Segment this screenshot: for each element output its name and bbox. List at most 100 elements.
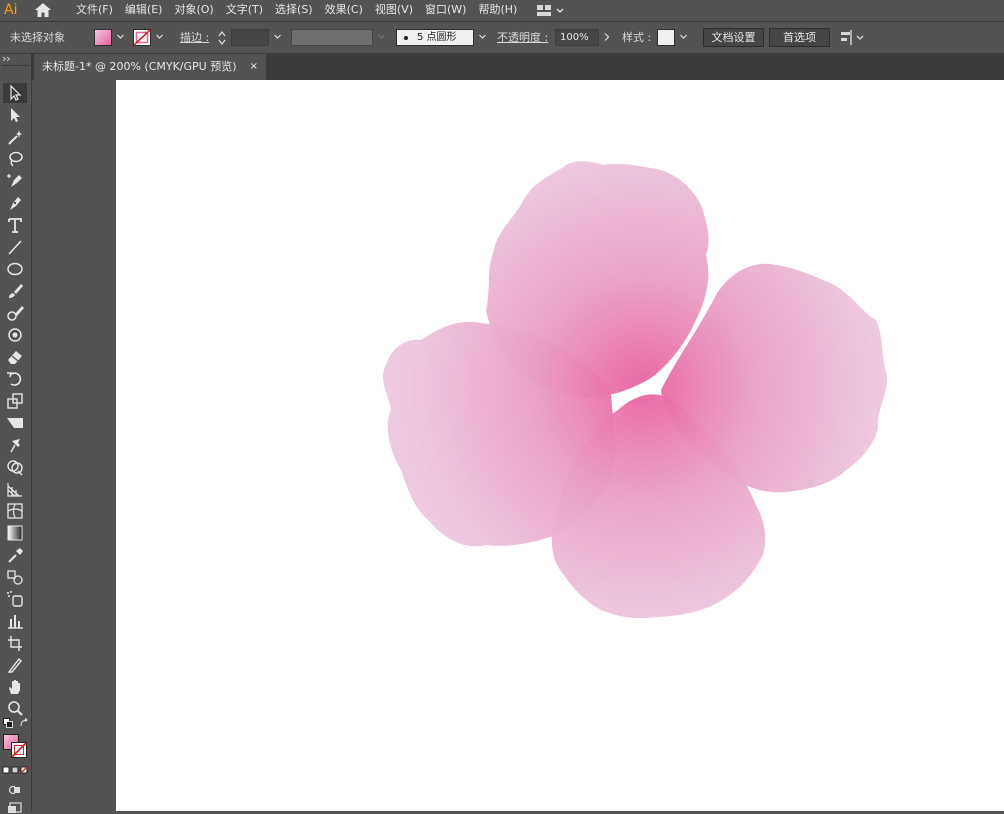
drawing-mode-icon[interactable]	[8, 784, 22, 796]
mesh-tool[interactable]	[3, 501, 27, 521]
opacity-label[interactable]: 不透明度 :	[497, 22, 548, 53]
line-segment-icon	[8, 240, 22, 255]
gradient-tool[interactable]	[3, 523, 27, 543]
workspace-switcher-icon[interactable]	[536, 3, 572, 18]
main-menu: 文件(F) 编辑(E) 对象(O) 文字(T) 选择(S) 效果(C) 视图(V…	[70, 0, 523, 21]
scale-tool[interactable]	[3, 391, 27, 411]
menu-view[interactable]: 视图(V)	[369, 0, 419, 21]
slice-icon	[7, 657, 22, 673]
panel-collapse-icon[interactable]	[2, 56, 12, 62]
selection-arrow-icon	[10, 84, 22, 101]
shaper-tool[interactable]	[3, 325, 27, 345]
scale-icon	[7, 393, 23, 409]
menu-help[interactable]: 帮助(H)	[472, 0, 523, 21]
eyedropper-tool[interactable]	[3, 545, 27, 565]
menu-window[interactable]: 窗口(W)	[419, 0, 472, 21]
blob-brush-tool[interactable]	[3, 303, 27, 323]
ellipse-icon	[7, 262, 23, 276]
column-graph-tool[interactable]	[3, 611, 27, 631]
menu-edit[interactable]: 编辑(E)	[119, 0, 169, 21]
width-tool[interactable]	[3, 413, 27, 433]
slice-tool[interactable]	[3, 655, 27, 675]
direct-selection-tool[interactable]	[3, 105, 27, 125]
puppet-warp-tool[interactable]	[3, 435, 27, 455]
hand-tool[interactable]	[3, 677, 27, 697]
brush-definition-label: 5 点圆形	[417, 32, 457, 43]
chevron-down-icon[interactable]	[156, 33, 163, 40]
close-icon[interactable]: ×	[250, 54, 258, 80]
style-label: 样式 :	[622, 31, 652, 44]
color-mode-icons[interactable]	[2, 766, 28, 776]
direct-selection-icon	[11, 108, 20, 122]
control-bar: 未选择对象 描边 : 5 点圆形 不透明度 : 100% 样式 : 文档设置 首…	[0, 22, 1004, 54]
graphic-style-swatch[interactable]	[657, 29, 675, 46]
menu-type[interactable]: 文字(T)	[220, 0, 269, 21]
shape-builder-icon	[7, 460, 23, 476]
curvature-pen-tool[interactable]	[3, 171, 27, 191]
chevron-down-icon[interactable]	[117, 33, 124, 40]
menu-object[interactable]: 对象(O)	[168, 0, 219, 21]
eraser-tool[interactable]	[3, 347, 27, 367]
menu-file[interactable]: 文件(F)	[70, 0, 119, 21]
tools-panel	[0, 54, 32, 814]
app-logo: Ai	[4, 2, 18, 18]
puppet-warp-icon	[10, 439, 20, 453]
magic-wand-tool[interactable]	[3, 127, 27, 147]
preferences-button[interactable]: 首选项	[769, 28, 830, 47]
pasteboard	[34, 80, 116, 811]
petal-top[interactable]	[486, 161, 709, 398]
chevron-down-icon[interactable]	[274, 33, 281, 40]
pen-tool[interactable]	[3, 193, 27, 213]
symbol-sprayer-tool[interactable]	[3, 589, 27, 609]
menu-select[interactable]: 选择(S)	[269, 0, 319, 21]
artboard[interactable]	[116, 80, 1004, 811]
selection-status: 未选择对象	[10, 31, 65, 44]
chevron-right-icon[interactable]	[603, 33, 610, 41]
stroke-color-swatch[interactable]	[11, 742, 27, 758]
stroke-label[interactable]: 描边 :	[180, 22, 209, 53]
opacity-input[interactable]: 100%	[555, 29, 599, 46]
eraser-icon	[8, 351, 22, 364]
arrange-documents-icon[interactable]	[839, 29, 865, 46]
fill-swatch[interactable]	[94, 29, 112, 46]
stroke-none-swatch[interactable]	[133, 29, 151, 46]
default-colors-icon[interactable]	[3, 718, 13, 728]
lasso-icon	[9, 151, 23, 167]
zoom-icon	[8, 701, 23, 716]
gradient-icon	[7, 525, 23, 541]
chevron-down-icon[interactable]	[680, 33, 687, 40]
type-tool[interactable]	[3, 215, 27, 235]
flower-artwork[interactable]	[116, 80, 1004, 811]
shape-builder-tool[interactable]	[3, 457, 27, 477]
brush-definition[interactable]: 5 点圆形	[396, 29, 474, 46]
menu-bar: Ai 文件(F) 编辑(E) 对象(O) 文字(T) 选择(S) 效果(C) 视…	[0, 0, 1004, 22]
column-graph-icon	[8, 615, 23, 629]
rotate-tool[interactable]	[3, 369, 27, 389]
paintbrush-tool[interactable]	[3, 281, 27, 301]
width-icon	[7, 418, 23, 428]
home-icon[interactable]	[34, 2, 52, 18]
menu-effect[interactable]: 效果(C)	[319, 0, 369, 21]
stroke-weight-stepper[interactable]	[217, 30, 227, 46]
rotate-icon	[7, 372, 22, 386]
line-tool[interactable]	[3, 237, 27, 257]
brush-dot-icon	[404, 36, 408, 40]
mesh-icon	[7, 503, 23, 519]
blend-tool[interactable]	[3, 567, 27, 587]
stroke-weight-input[interactable]	[231, 29, 269, 46]
swap-colors-icon[interactable]	[19, 718, 29, 728]
variable-width-profile[interactable]	[291, 29, 373, 46]
document-setup-button[interactable]: 文档设置	[703, 28, 764, 47]
zoom-tool[interactable]	[3, 699, 27, 719]
eyedropper-icon	[8, 548, 23, 563]
lasso-tool[interactable]	[3, 149, 27, 169]
document-tab[interactable]: 未标题-1* @ 200% (CMYK/GPU 预览) ×	[34, 54, 266, 80]
screen-mode-icon[interactable]	[7, 802, 23, 814]
artboard-tool[interactable]	[3, 633, 27, 653]
shaper-icon	[8, 328, 22, 342]
perspective-grid-tool[interactable]	[3, 479, 27, 499]
chevron-down-icon[interactable]	[479, 33, 486, 40]
selection-tool[interactable]	[3, 83, 27, 103]
ellipse-tool[interactable]	[3, 259, 27, 279]
document-tab-title: 未标题-1* @ 200% (CMYK/GPU 预览)	[42, 60, 237, 73]
